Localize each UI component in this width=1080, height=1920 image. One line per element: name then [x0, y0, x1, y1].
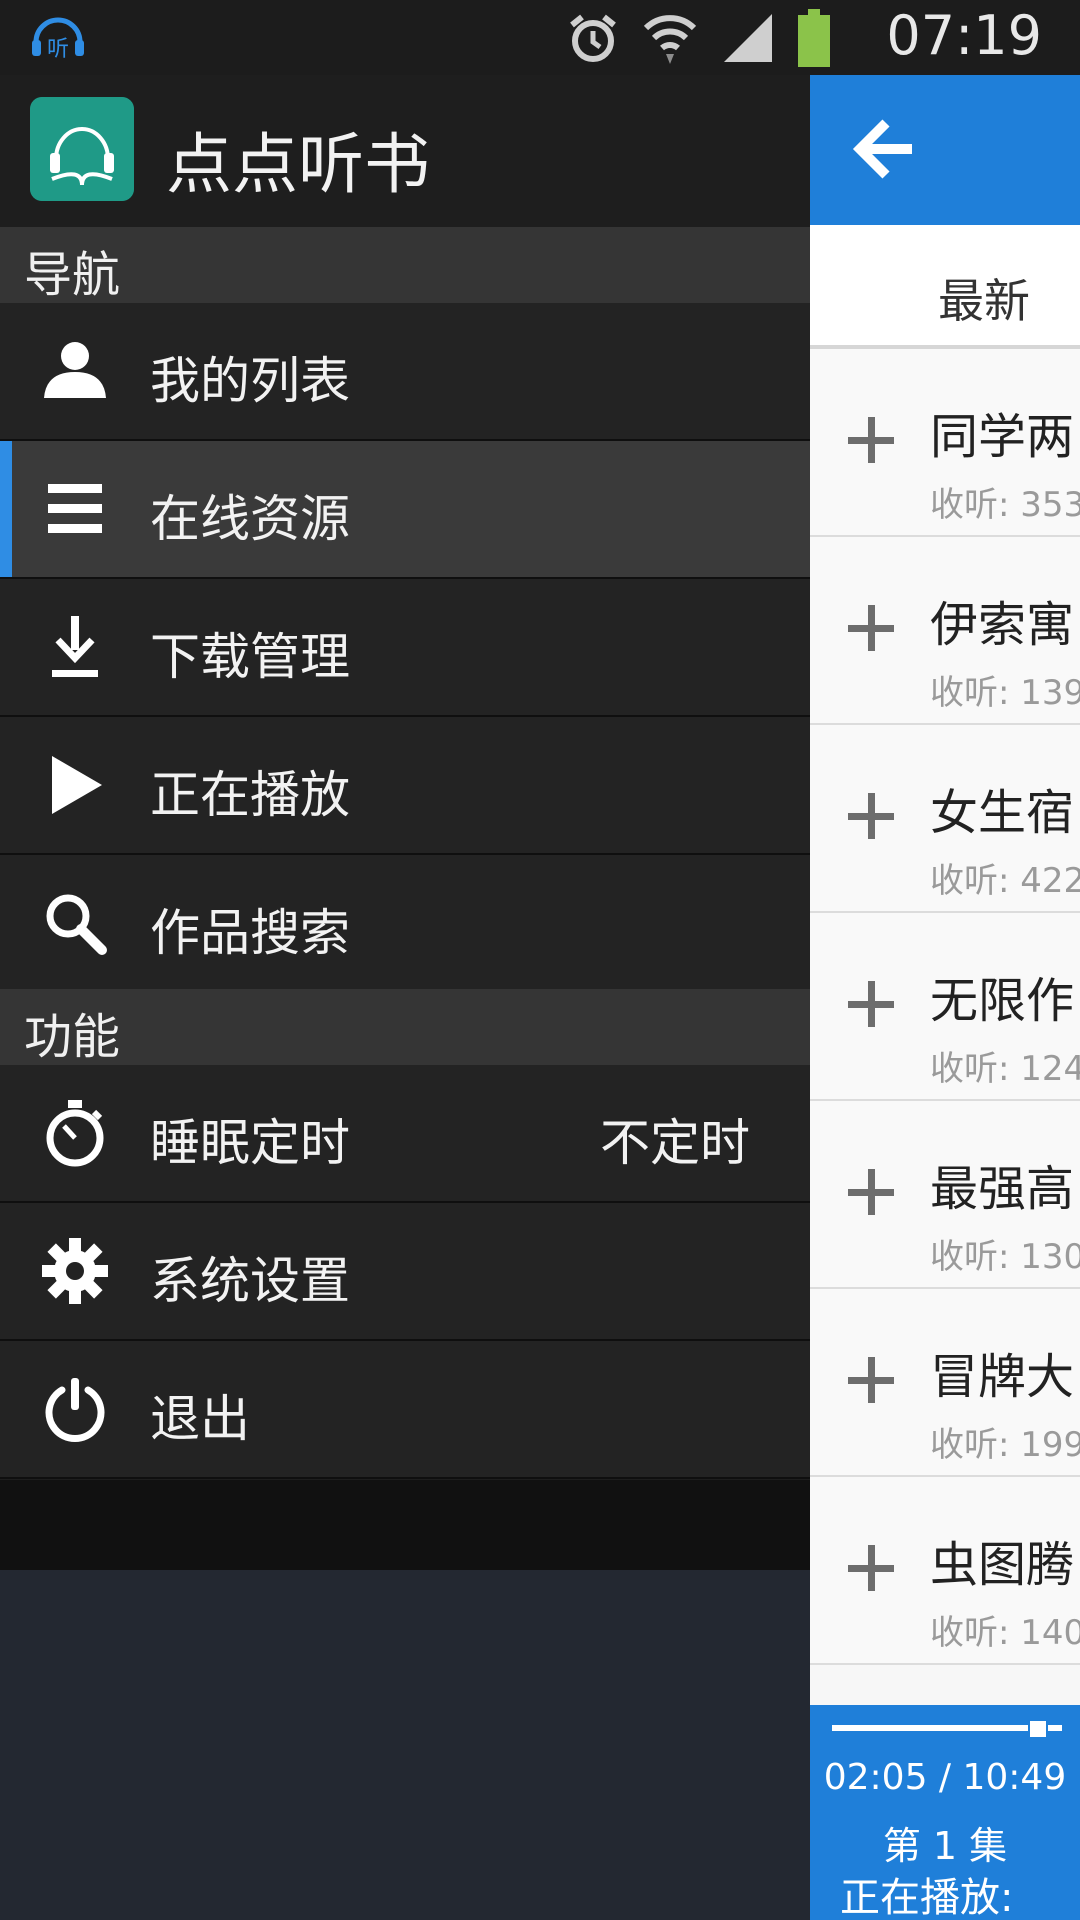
list-item[interactable]: 最强高 收听: 130: [810, 1101, 1080, 1289]
user-icon: [44, 342, 106, 398]
drawer-header: 点点听书: [0, 75, 810, 227]
menu-item-my-list[interactable]: 我的列表: [0, 303, 810, 441]
player-bar[interactable]: 02:05 / 10:49 第 1 集 正在播放:: [810, 1705, 1080, 1920]
book-plays: 收听: 140: [930, 1613, 1080, 1653]
book-title: 最强高: [930, 1161, 1075, 1217]
player-episode: 第 1 集: [882, 1824, 1008, 1868]
menu-item-now-playing[interactable]: 正在播放: [0, 717, 810, 855]
book-plays: 收听: 353: [930, 485, 1080, 525]
player-time: 02:05 / 10:49: [823, 1757, 1067, 1798]
book-plays: 收听: 199: [930, 1425, 1080, 1465]
menu-label: 我的列表: [150, 352, 350, 410]
list-item[interactable]: 冒牌大 收听: 199: [810, 1289, 1080, 1477]
download-icon: [52, 616, 98, 677]
book-title: 伊索寓: [930, 597, 1075, 653]
progress-thumb[interactable]: [1028, 1719, 1048, 1739]
add-icon[interactable]: [848, 1357, 894, 1403]
play-icon: [52, 756, 102, 814]
menu-label: 退出: [150, 1390, 250, 1448]
list-item[interactable]: 无限作 收听: 124: [810, 913, 1080, 1101]
menu-item-settings[interactable]: 系统设置: [0, 1203, 810, 1341]
drawer-footer: [0, 1480, 810, 1570]
status-icons: [566, 9, 830, 67]
add-icon[interactable]: [848, 981, 894, 1027]
alarm-icon: [570, 14, 616, 62]
content-pane: 最新 同学两 收听: 353 伊索寓 收听: 139 女生宿 收听: 422 无…: [810, 75, 1080, 1920]
status-bar: 听 07:19: [0, 0, 1080, 75]
book-title: 虫图腾: [930, 1537, 1075, 1593]
add-icon[interactable]: [848, 793, 894, 839]
stopwatch-icon: [46, 1100, 104, 1167]
book-title: 女生宿: [930, 785, 1075, 841]
book-list: 同学两 收听: 353 伊索寓 收听: 139 女生宿 收听: 422 无限作 …: [810, 349, 1080, 1665]
menu-label: 作品搜索: [150, 904, 350, 962]
book-plays: 收听: 139: [930, 673, 1080, 713]
menu-label: 系统设置: [150, 1252, 350, 1310]
section-title: 导航: [24, 247, 121, 303]
power-icon: [45, 1378, 105, 1442]
headphones-ting-icon: 听: [32, 17, 84, 62]
menu-item-exit[interactable]: 退出: [0, 1341, 810, 1479]
add-icon[interactable]: [848, 605, 894, 651]
list-item[interactable]: 虫图腾 收听: 140: [810, 1477, 1080, 1665]
svg-text:听: 听: [47, 37, 69, 62]
signal-icon: [724, 14, 772, 62]
content-tabs: 最新: [810, 225, 1080, 349]
book-plays: 收听: 130: [930, 1237, 1080, 1277]
tab-latest[interactable]: 最新: [938, 265, 1030, 331]
menu-label: 睡眠定时: [150, 1114, 350, 1172]
list-icon: [48, 484, 102, 533]
section-title: 功能: [24, 1009, 121, 1065]
list-item[interactable]: 伊索寓 收听: 139: [810, 537, 1080, 725]
app-logo: [30, 97, 134, 201]
section-header-navigation: 导航: [0, 227, 810, 303]
sleep-timer-value: 不定时: [600, 1114, 750, 1172]
app-title: 点点听书: [166, 126, 430, 203]
back-arrow-icon[interactable]: [850, 113, 922, 185]
book-title: 无限作: [930, 973, 1075, 1029]
list-item[interactable]: 女生宿 收听: 422: [810, 725, 1080, 913]
gear-icon: [42, 1238, 108, 1304]
battery-icon: [798, 9, 830, 67]
add-icon[interactable]: [848, 1169, 894, 1215]
menu-label: 正在播放: [150, 766, 350, 824]
list-item[interactable]: 同学两 收听: 353: [810, 349, 1080, 537]
menu-item-search[interactable]: 作品搜索: [0, 855, 810, 993]
now-playing-label: 正在播放:: [840, 1875, 1014, 1920]
menu-label: 下载管理: [150, 628, 350, 686]
add-icon[interactable]: [848, 417, 894, 463]
menu-item-download-manager[interactable]: 下载管理: [0, 579, 810, 717]
content-action-bar: [810, 75, 1080, 225]
search-icon: [46, 894, 107, 955]
menu-item-online-resources[interactable]: 在线资源: [0, 441, 810, 579]
book-title: 冒牌大: [930, 1349, 1075, 1405]
menu-label: 在线资源: [150, 490, 350, 548]
menu-item-sleep-timer[interactable]: 睡眠定时 不定时: [0, 1065, 810, 1203]
book-plays: 收听: 124: [930, 1049, 1080, 1089]
status-time: 07:19: [886, 4, 1042, 67]
wifi-icon: [643, 15, 697, 64]
book-plays: 收听: 422: [930, 861, 1080, 901]
add-icon[interactable]: [848, 1545, 894, 1591]
book-title: 同学两: [930, 409, 1075, 465]
navigation-drawer: 点点听书 导航 我的列表 在线资源 下载管理 正在播放 作品搜索 功能 睡眠定时…: [0, 75, 810, 1570]
section-header-functions: 功能: [0, 989, 810, 1065]
